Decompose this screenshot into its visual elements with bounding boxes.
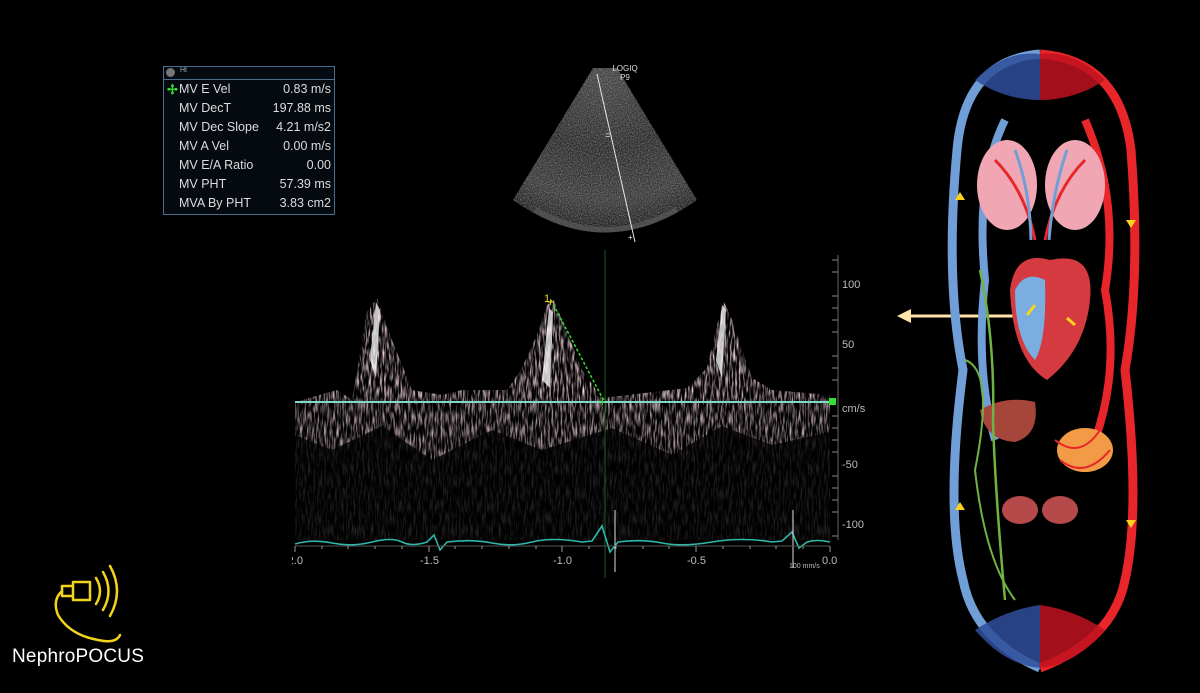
caliper-start-cross-icon[interactable]: + xyxy=(547,295,554,309)
right-kidney xyxy=(1042,496,1078,524)
velocity-tick-label: -100 xyxy=(842,519,864,531)
upper-capillary-arterial xyxy=(1040,53,1105,100)
scanner-model: P9 xyxy=(620,73,630,82)
spectral-doppler-display[interactable]: 1 + + 100 50 cm/s -50 -100 -2.0 -1.5 -1.… xyxy=(292,250,872,580)
velocity-unit-label: cm/s xyxy=(842,403,866,415)
velocity-tick-label: 50 xyxy=(842,339,854,351)
measurement-label: MV E Vel xyxy=(179,82,231,96)
circulatory-system-illustration xyxy=(947,49,1140,673)
panel-header-label: Ht xyxy=(180,67,187,74)
measurement-row-pht[interactable]: MV PHT 57.39 ms xyxy=(164,175,334,194)
measurement-value: 4.21 m/s2 xyxy=(276,120,331,134)
lower-capillary-venous xyxy=(975,605,1040,668)
sample-gate-icon[interactable]: = xyxy=(605,130,610,140)
measurement-row-a-vel[interactable]: MV A Vel 0.00 m/s xyxy=(164,137,334,156)
measurement-row-dect[interactable]: MV DecT 197.88 ms xyxy=(164,99,334,118)
b-mode-sector-image: = + xyxy=(513,68,697,243)
measurement-panel: Ht ✢ MV E Vel 0.83 m/s MV DecT 197.88 ms… xyxy=(163,66,335,215)
lower-capillary-arterial xyxy=(1040,605,1105,668)
time-tick-label: -2.0 xyxy=(292,555,303,567)
measurement-label: MV A Vel xyxy=(179,139,230,153)
velocity-tick-label: 100 xyxy=(842,279,860,291)
liver xyxy=(980,399,1036,442)
measurement-value: 57.39 ms xyxy=(279,177,331,191)
sweep-speed-label: 100 mm/s xyxy=(789,563,820,570)
active-caliper-cross-icon: ✢ xyxy=(167,82,178,97)
probe-logo-icon xyxy=(54,564,122,643)
measurement-label: MVA By PHT xyxy=(179,196,252,210)
time-minor-ticks xyxy=(294,546,831,552)
time-tick-label: 0.0 xyxy=(822,555,837,567)
measurement-label: MV DecT xyxy=(179,101,232,115)
measurement-row-e-vel[interactable]: ✢ MV E Vel 0.83 m/s xyxy=(164,80,334,99)
measurement-label: MV E/A Ratio xyxy=(179,158,254,172)
panel-record-icon[interactable] xyxy=(166,68,175,77)
measurement-row-dec-slope[interactable]: MV Dec Slope 4.21 m/s2 xyxy=(164,118,334,137)
measurement-row-mva-pht[interactable]: MVA By PHT 3.83 cm2 xyxy=(164,194,334,213)
measurement-value: 197.88 ms xyxy=(272,101,331,115)
measurement-value: 3.83 cm2 xyxy=(279,196,331,210)
measurement-label: MV Dec Slope xyxy=(179,120,259,134)
baseline-handle[interactable] xyxy=(829,398,836,405)
time-tick-label: -1.0 xyxy=(553,555,572,567)
left-kidney xyxy=(1002,496,1038,524)
intestines xyxy=(1057,428,1113,472)
upper-capillary-venous xyxy=(975,53,1040,100)
depth-marker-icon: + xyxy=(628,233,633,242)
scanner-brand: LOGIQ xyxy=(612,64,638,73)
brand-logo-text: NephroPOCUS xyxy=(12,646,145,667)
caliper-end-cross-icon[interactable]: + xyxy=(599,395,606,409)
measurement-value: 0.83 m/s xyxy=(283,82,331,96)
measurement-value: 0.00 xyxy=(306,158,331,172)
measurement-label: MV PHT xyxy=(179,177,227,191)
measurement-value: 0.00 m/s xyxy=(283,139,331,153)
measurement-row-ea-ratio[interactable]: MV E/A Ratio 0.00 xyxy=(164,156,334,175)
measurement-panel-header: Ht xyxy=(164,67,334,80)
velocity-tick-label: -50 xyxy=(842,459,858,471)
time-tick-label: -0.5 xyxy=(687,555,706,567)
time-tick-label: -1.5 xyxy=(420,555,439,567)
scanner-label: LOGIQ P9 xyxy=(608,64,642,82)
right-lung xyxy=(1045,140,1105,230)
